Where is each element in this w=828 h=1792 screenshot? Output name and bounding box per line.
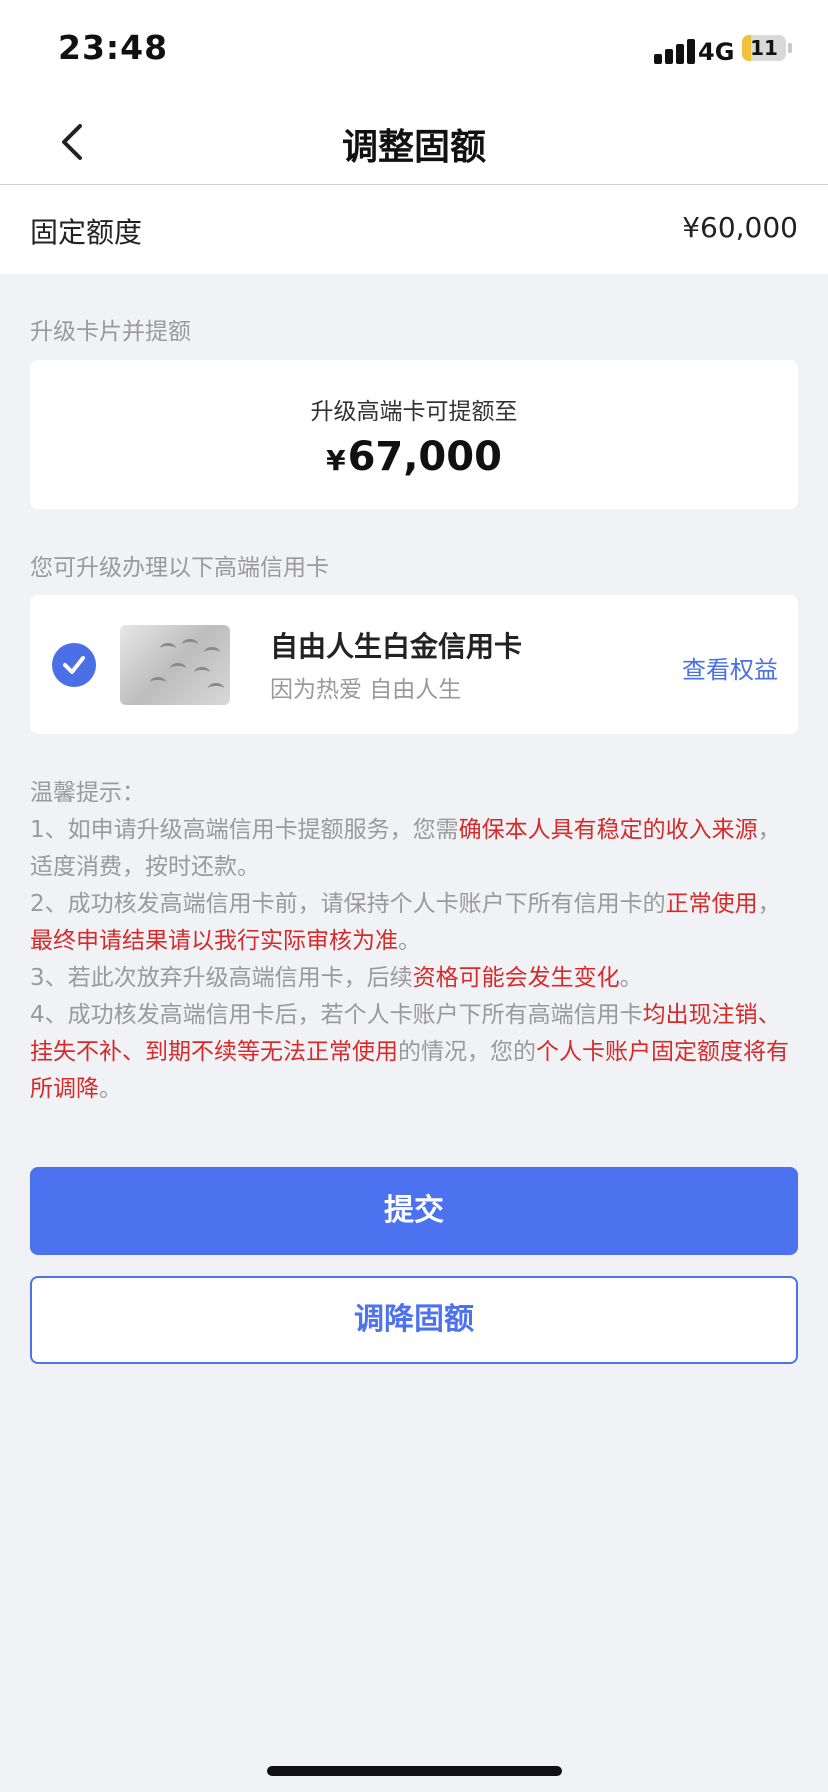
tip-line-3: 3、若此次放弃升级高端信用卡，后续资格可能会发生变化。 xyxy=(30,960,802,997)
upgrade-box: 升级高端卡可提额至 ¥67,000 xyxy=(30,360,798,509)
nav-bar: 调整固额 xyxy=(0,100,828,185)
card-option[interactable]: 自由人生白金信用卡 因为热爱 自由人生 查看权益 xyxy=(30,595,798,734)
card-name: 自由人生白金信用卡 xyxy=(270,630,523,663)
network-type: 4G xyxy=(698,38,735,66)
battery-level: 11 xyxy=(750,36,778,60)
fixed-limit-row: 固定额度 ¥60,000 xyxy=(0,185,828,274)
tip-text: 。 xyxy=(99,1076,122,1102)
tip-text: 4、成功核发高端信用卡后，若个人卡账户下所有高端信用卡 xyxy=(30,1002,643,1028)
tips-section: 温馨提示： 1、如申请升级高端信用卡提额服务，您需确保本人具有稳定的收入来源，适… xyxy=(30,775,802,1108)
tip-text: 1、如申请升级高端信用卡提额服务，您需 xyxy=(30,817,459,843)
card-subtitle: 因为热爱 自由人生 xyxy=(270,677,462,703)
tip-line-2: 2、成功核发高端信用卡前，请保持个人卡账户下所有信用卡的正常使用， 最终申请结果请… xyxy=(30,886,802,960)
tip-text: ， xyxy=(757,891,781,917)
tip-text: 。 xyxy=(398,928,421,954)
tip-highlight: 最终申请结果请以我行实际审核为准 xyxy=(30,928,398,954)
tips-title: 温馨提示： xyxy=(30,780,145,806)
tip-line-1: 1、如申请升级高端信用卡提额服务，您需确保本人具有稳定的收入来源，适度消费，按时… xyxy=(30,812,802,886)
upgrade-description: 升级高端卡可提额至 xyxy=(310,399,518,425)
status-bar: 23:48 4G 11 xyxy=(0,0,828,100)
battery-tip xyxy=(788,43,792,53)
tip-text: 2、成功核发高端信用卡前，请保持个人卡账户下所有信用卡的 xyxy=(30,891,666,917)
upgrade-section-label: 升级卡片并提额 xyxy=(30,319,191,345)
tip-text: 。 xyxy=(619,965,643,991)
fixed-limit-value: ¥60,000 xyxy=(682,211,798,244)
battery-icon: 11 xyxy=(742,35,786,61)
credit-card-image xyxy=(120,625,230,705)
home-indicator xyxy=(267,1766,562,1776)
tip-highlight: 确保本人具有稳定的收入来源 xyxy=(458,817,758,843)
cards-section-label: 您可升级办理以下高端信用卡 xyxy=(30,555,329,581)
fixed-limit-label: 固定额度 xyxy=(30,216,143,249)
submit-button[interactable]: 提交 xyxy=(30,1167,798,1255)
page-title: 调整固额 xyxy=(341,127,486,168)
upgrade-amount-value: 67,000 xyxy=(347,434,502,480)
check-circle-icon[interactable] xyxy=(52,643,96,687)
lower-limit-button[interactable]: 调降固额 xyxy=(30,1276,798,1364)
upgrade-amount: ¥67,000 xyxy=(30,434,798,480)
tip-highlight: 正常使用 xyxy=(665,891,758,917)
tip-text: 的情况，您的 xyxy=(398,1039,536,1065)
tip-line-4: 4、成功核发高端信用卡后，若个人卡账户下所有高端信用卡均出现注销、挂失不补、到期… xyxy=(30,997,802,1108)
view-benefits-link[interactable]: 查看权益 xyxy=(682,650,778,685)
currency-symbol: ¥ xyxy=(326,444,346,477)
tip-highlight: 资格可能会发生变化 xyxy=(412,965,620,991)
tip-text: 3、若此次放弃升级高端信用卡，后续 xyxy=(30,965,413,991)
status-time: 23:48 xyxy=(58,28,169,67)
